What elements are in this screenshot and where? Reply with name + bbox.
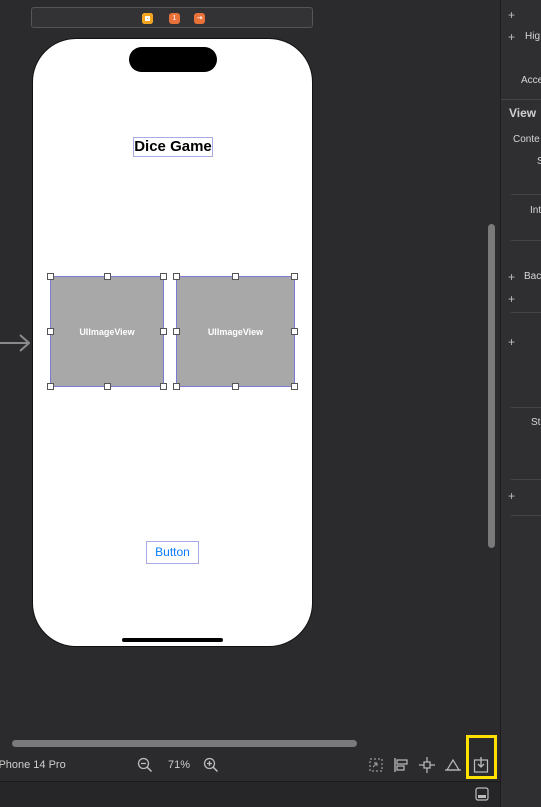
divider [511, 515, 541, 516]
divider [501, 99, 541, 100]
hide-debug-area-icon[interactable] [475, 787, 489, 801]
add-variation-icon[interactable]: + [508, 292, 515, 306]
resize-handle[interactable] [160, 273, 167, 280]
resize-handle[interactable] [173, 383, 180, 390]
inspector-label: S [537, 156, 541, 167]
add-variation-icon[interactable]: + [508, 270, 515, 284]
resize-handle[interactable] [291, 328, 298, 335]
add-constraints-icon[interactable] [419, 757, 435, 773]
inspector-label: Acce [521, 75, 541, 86]
zoom-out-icon[interactable] [137, 757, 153, 773]
divider [511, 479, 541, 480]
resize-handle[interactable] [160, 328, 167, 335]
image-view-right[interactable]: UIImageView [173, 273, 298, 390]
scene-dock: 1 ⇥ [31, 7, 313, 28]
inspector-label: Hig [525, 31, 541, 42]
resize-handle[interactable] [291, 383, 298, 390]
dynamic-island [129, 47, 217, 72]
divider [511, 194, 541, 195]
add-variation-icon[interactable]: + [508, 489, 515, 503]
entry-point-arrow-icon[interactable] [0, 333, 30, 353]
iphone-scene[interactable]: Dice Game UIImageView UIImageView Button [32, 38, 313, 647]
inspector-label: Conte [513, 134, 540, 145]
resolve-autolayout-icon[interactable] [445, 757, 461, 773]
divider [511, 407, 541, 408]
image-view-left[interactable]: UIImageView [47, 273, 167, 390]
resize-handle[interactable] [173, 328, 180, 335]
attributes-inspector: + + Hig Acce View Conte S Int + Bac + + … [500, 0, 541, 807]
image-view-left-label: UIImageView [79, 326, 135, 337]
inspector-label: St [531, 417, 541, 428]
debug-area-bar [0, 781, 500, 807]
inspector-label: Bac [524, 271, 541, 282]
highlight-box [466, 735, 497, 779]
inspector-label: Int [530, 205, 541, 216]
dice-game-title-label[interactable]: Dice Game [133, 137, 213, 157]
divider [511, 240, 541, 241]
update-frames-icon[interactable] [368, 757, 384, 773]
add-variation-icon[interactable]: + [508, 30, 515, 44]
divider [511, 312, 541, 313]
resize-handle[interactable] [47, 383, 54, 390]
view-controller-icon[interactable] [142, 13, 153, 24]
first-responder-glyph: 1 [172, 15, 177, 22]
roll-button[interactable]: Button [146, 541, 199, 564]
zoom-level[interactable]: 71% [168, 759, 190, 771]
home-indicator [122, 638, 223, 642]
zoom-in-icon[interactable] [203, 757, 219, 773]
resize-handle[interactable] [160, 383, 167, 390]
vertical-scrollbar[interactable] [488, 224, 495, 548]
resize-handle[interactable] [232, 383, 239, 390]
inspector-section-header: View [509, 106, 537, 120]
exit-icon[interactable]: ⇥ [194, 13, 205, 24]
add-variation-icon[interactable]: + [508, 335, 515, 349]
resize-handle[interactable] [47, 328, 54, 335]
resize-handle[interactable] [104, 273, 111, 280]
storyboard-canvas[interactable]: 1 ⇥ Dice Game UIImageView UIImageView Bu… [0, 0, 500, 737]
image-view-right-label: UIImageView [207, 326, 264, 337]
resize-handle[interactable] [232, 273, 239, 280]
resize-handle[interactable] [291, 273, 298, 280]
first-responder-icon[interactable]: 1 [169, 13, 180, 24]
horizontal-scrollbar[interactable] [12, 740, 357, 747]
resize-handle[interactable] [104, 383, 111, 390]
resize-handle[interactable] [47, 273, 54, 280]
resize-handle[interactable] [173, 273, 180, 280]
align-icon[interactable] [393, 757, 409, 773]
device-selector[interactable]: iPhone 14 Pro [0, 759, 66, 771]
exit-glyph: ⇥ [196, 15, 203, 22]
add-variation-icon[interactable]: + [508, 8, 515, 22]
